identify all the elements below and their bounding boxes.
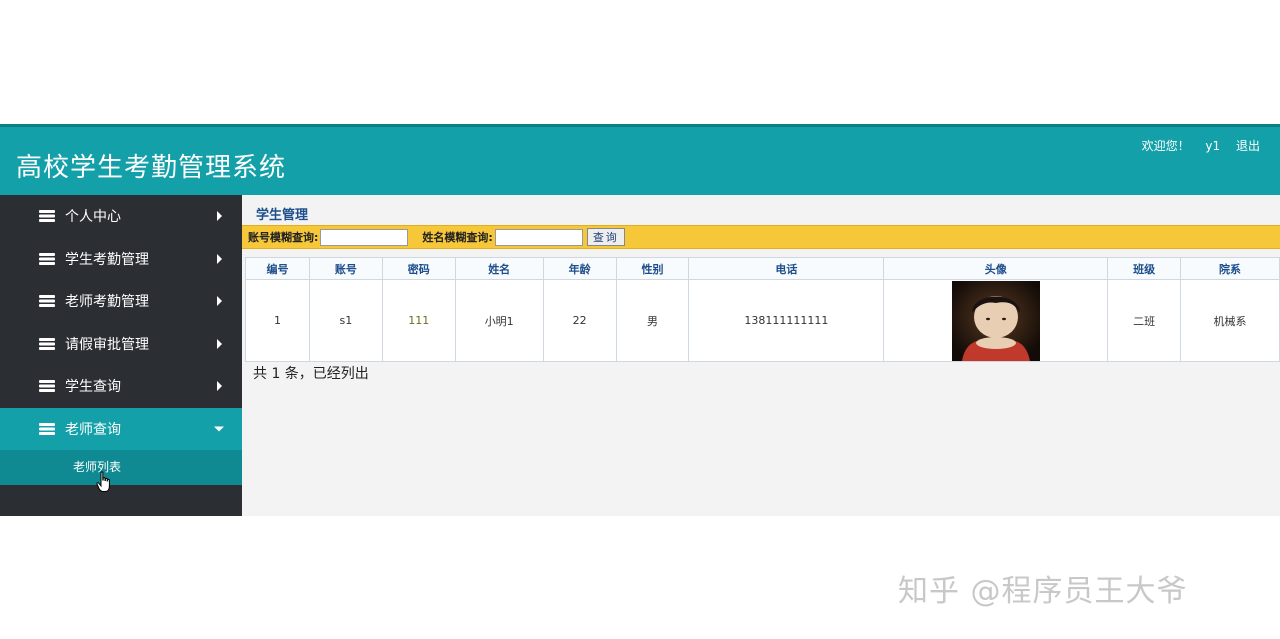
submenu-item-teacher-list[interactable]: 老师列表 [0,450,242,485]
book-stack-icon [39,380,55,393]
sidebar-item-student-query[interactable]: 学生查询 [0,365,242,408]
book-stack-icon [39,422,55,435]
sidebar-item-label: 老师查询 [65,421,121,438]
cell-name: 小明1 [454,279,544,362]
user-bar: 欢迎您！ y1 退出 [1130,137,1260,154]
logout-link[interactable]: 退出 [1236,139,1260,153]
col-header-class: 班级 [1107,257,1182,280]
name-search-input[interactable] [494,228,583,246]
col-header-avatar: 头像 [883,257,1109,280]
welcome-text: 欢迎您！ [1141,139,1190,153]
sidebar-item-label: 个人中心 [65,209,121,226]
app-title: 高校学生考勤管理系统 [16,153,287,183]
sidebar-item-label: 学生查询 [65,379,121,396]
book-stack-icon [39,252,55,265]
account-search-label: 账号模糊查询: [248,231,319,244]
student-table: 编号 账号 密码 姓名 年龄 性别 电话 头像 班级 院系 1 s1 111 小… [245,257,1280,362]
book-stack-icon [39,295,55,308]
username: y1 [1205,139,1221,153]
sidebar-item-leave-approval[interactable]: 请假审批管理 [0,323,242,366]
col-header-phone: 电话 [688,257,885,280]
sidebar-item-label: 学生考勤管理 [65,251,149,268]
sidebar-item-label: 老师考勤管理 [65,294,149,311]
cell-account: s1 [308,279,383,362]
cell-age: 22 [542,279,617,362]
caret-right-icon [217,338,222,349]
caret-right-icon [217,253,222,264]
book-stack-icon [39,210,55,223]
sidebar-item-teacher-attendance[interactable]: 老师考勤管理 [0,280,242,323]
col-header-age: 年龄 [542,257,617,280]
caret-right-icon [217,211,222,222]
cell-avatar [883,279,1109,362]
sidebar-item-teacher-query[interactable]: 老师查询 [0,407,242,450]
sidebar: 个人中心 学生考勤管理 老师考勤管理 请假审批管理 学生查询 老师查询 老师列表 [0,195,242,516]
table-row[interactable]: 1 s1 111 小明1 22 男 138111111111 二班 机械系 [245,279,1280,362]
avatar [951,280,1040,361]
col-header-account: 账号 [308,257,383,280]
caret-right-icon [217,381,222,392]
header-bar: 高校学生考勤管理系统 欢迎您！ y1 退出 [0,124,1280,195]
sidebar-item-student-attendance[interactable]: 学生考勤管理 [0,238,242,281]
caret-right-icon [217,296,222,307]
col-header-gender: 性别 [615,257,690,280]
page-title: 学生管理 [256,208,309,223]
watermark-text: 知乎 @程序员王大爷 [898,574,1188,609]
page: 高校学生考勤管理系统 欢迎您！ y1 退出 个人中心 学生考勤管理 老师考勤管理… [0,0,1280,639]
name-search-label: 姓名模糊查询: [422,231,493,244]
col-header-id: 编号 [245,257,310,280]
search-button[interactable]: 查询 [586,228,625,246]
submenu-teacher-query: 老师列表 [0,450,242,485]
table-header-row: 编号 账号 密码 姓名 年龄 性别 电话 头像 班级 院系 [245,257,1280,280]
hand-cursor-icon [96,471,110,492]
col-header-password: 密码 [381,257,456,280]
main-content: 学生管理 账号模糊查询: 姓名模糊查询: 查询 编号 账号 密码 姓名 年龄 性… [242,195,1280,516]
cell-phone: 138111111111 [688,279,885,362]
sidebar-item-label: 请假审批管理 [65,336,149,353]
cell-password: 111 [381,279,456,362]
cell-class: 二班 [1107,279,1182,362]
book-stack-icon [39,337,55,350]
cell-id: 1 [245,279,310,362]
col-header-name: 姓名 [454,257,544,280]
result-summary: 共 1 条，已经列出 [253,366,369,382]
sidebar-item-personal-center[interactable]: 个人中心 [0,195,242,238]
caret-down-icon [214,426,224,432]
account-search-input[interactable] [320,228,409,246]
cell-gender: 男 [615,279,690,362]
cell-department: 机械系 [1180,279,1280,362]
col-header-department: 院系 [1180,257,1280,280]
search-bar: 账号模糊查询: 姓名模糊查询: 查询 [242,225,1280,249]
